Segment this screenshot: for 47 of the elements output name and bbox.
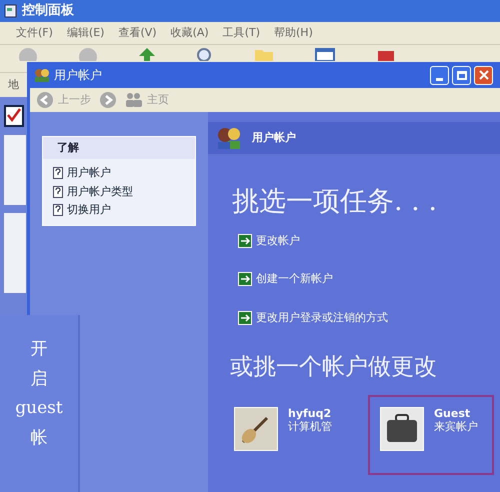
account-type: 计算机管 [288, 420, 332, 432]
users-icon [216, 126, 242, 150]
maximize-button[interactable] [452, 66, 471, 84]
section-title: 用户帐户 [252, 130, 296, 146]
task-link[interactable]: 更改帐户 [238, 232, 500, 249]
account-tile[interactable]: hyfuq2 计算机管 [222, 394, 348, 474]
menu-item[interactable]: 收藏(A) [170, 24, 209, 42]
briefcase-picture [380, 406, 424, 450]
help-link[interactable]: 切换用户 [53, 202, 185, 218]
menu-item[interactable]: 查看(V) [118, 24, 157, 42]
help-link[interactable]: 用户帐户类型 [53, 184, 185, 200]
menu-item[interactable]: 编辑(E) [66, 24, 104, 42]
window-title: 控制面板 [22, 2, 74, 20]
task-link[interactable]: 更改用户登录或注销的方式 [238, 310, 500, 326]
account-tile[interactable]: Guest 来宾帐户 [368, 394, 494, 474]
view-icon[interactable] [314, 47, 336, 61]
search-icon[interactable] [196, 47, 214, 61]
account-type: 来宾帐户 [434, 420, 478, 432]
menu-item[interactable]: 工具(T) [222, 24, 260, 42]
help-icon [53, 204, 63, 216]
account-name: Guest [434, 406, 470, 420]
help-icon [53, 186, 63, 198]
panel-strip [4, 135, 26, 205]
close-button[interactable] [474, 66, 493, 84]
account-heading: 或挑一个帐户做更改 [230, 353, 438, 382]
annotation-text: 帐 [30, 426, 48, 450]
task-link[interactable]: 创建一个新帐户 [238, 271, 500, 288]
minimize-button[interactable] [430, 66, 449, 84]
menu-item[interactable]: 文件(F) [16, 24, 53, 42]
menu-item[interactable]: 帮助(H) [274, 24, 313, 42]
users-icon [34, 68, 50, 82]
annotation-text: 开 [30, 338, 48, 361]
annotation-text: 启 [30, 368, 48, 390]
address-label: 地 [8, 76, 19, 93]
control-panel-icon [4, 4, 18, 18]
help-icon [53, 167, 63, 180]
users-icon [125, 92, 143, 108]
checkbox-icon [4, 105, 24, 127]
help-link[interactable]: 用户帐户 [53, 165, 185, 182]
close-icon [478, 70, 488, 80]
panel-title: 了解 [43, 137, 195, 159]
task-heading: 挑选一项任务. . . [232, 185, 438, 219]
window-title: 用户帐户 [54, 67, 102, 84]
annotation-text: guest [15, 397, 63, 420]
up-arrow-icon[interactable] [138, 47, 156, 61]
account-name: hyfuq2 [288, 406, 332, 420]
guitar-picture [234, 406, 278, 450]
